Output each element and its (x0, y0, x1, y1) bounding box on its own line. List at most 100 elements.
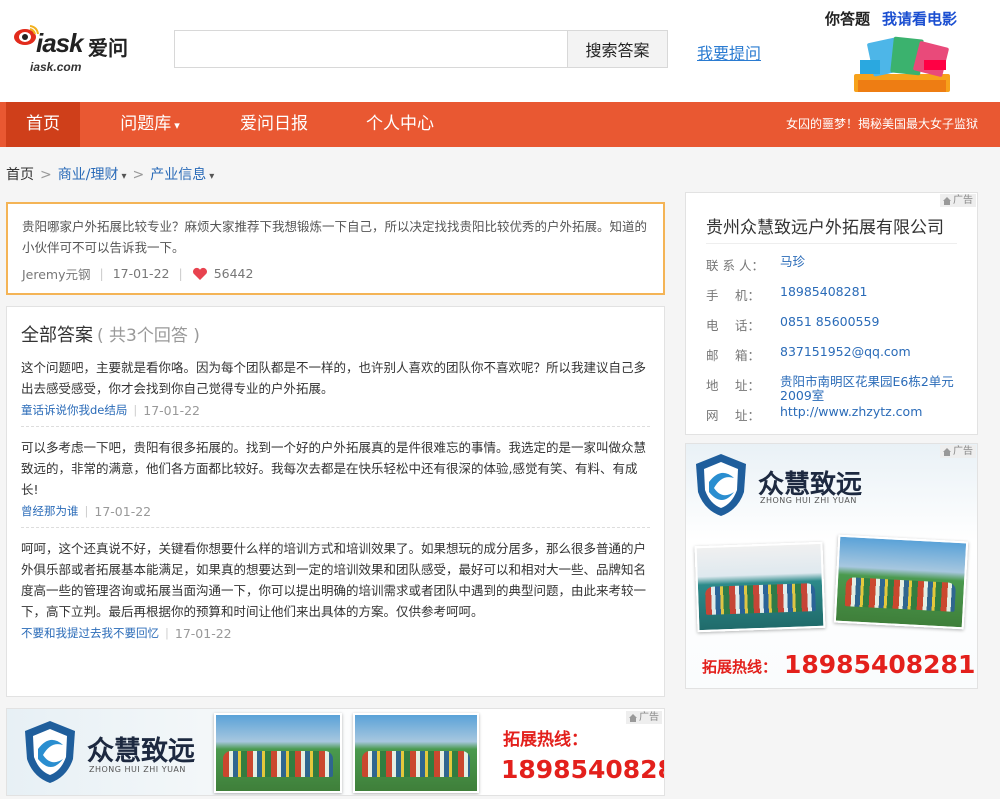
breadcrumb-separator: > (132, 167, 145, 183)
answer-author[interactable]: 曾经那为谁 (21, 503, 79, 519)
meta-separator: | (133, 403, 138, 417)
chevron-down-icon: ▾ (174, 119, 180, 132)
promo-text-1: 你答题 (825, 10, 871, 28)
answer-date: 17-01-22 (174, 625, 232, 641)
meta-separator: | (99, 266, 104, 281)
ask-question-link[interactable]: 我要提问 (697, 40, 761, 64)
nav-label: 问题库 (120, 114, 172, 134)
question-box: 贵阳哪家户外拓展比较专业？麻烦大家推荐下我想锻炼一下自己，所以决定找找贵阳比较优… (6, 202, 665, 295)
breadcrumb-home[interactable]: 首页 (6, 167, 34, 183)
movie-ticket-gift-icon (854, 36, 950, 92)
row-label: 地 址： (706, 378, 760, 393)
ad-brand-pinyin: ZHONG HUI ZHI YUAN (89, 765, 186, 774)
breadcrumb: 首页 > 商业/理财 ▾ > 产业信息 ▾ (6, 164, 214, 184)
company-phone-row: 电 话： 0851 85600559 (706, 315, 966, 334)
meta-separator: | (84, 504, 89, 518)
answer-author[interactable]: 童话诉说你我de结局 (21, 402, 127, 418)
search-button[interactable]: 搜索答案 (567, 30, 668, 68)
zhonghui-logo-icon (696, 454, 746, 516)
question-likes: 56442 (213, 266, 254, 281)
site-header: iask 爱问 iask.com 搜索答案 我要提问 你答题 我请看电影 (0, 0, 1000, 102)
company-website-row: 网 址： http://www.zhzytz.com (706, 405, 966, 424)
logo-domain: iask.com (30, 60, 82, 74)
company-mobile-row: 手 机： 18985408281 (706, 285, 966, 304)
heart-icon[interactable] (192, 267, 208, 281)
answers-title: 全部答案 (21, 325, 93, 346)
question-author[interactable]: Jeremy元钢 (22, 264, 91, 283)
nav-news-link[interactable]: 女囚的噩梦！揭秘美国最大女子监狱 (786, 102, 978, 147)
nav-label: 爱问日报 (240, 114, 308, 134)
company-address-row: 地 址： 贵阳市南明区花果园E6栋2单元2009室 (706, 375, 966, 403)
bottom-ad-banner[interactable]: 广告 众慧致远 ZHONG HUI ZHI YUAN 拓展热线： 1898540… (6, 708, 665, 796)
meta-separator: | (178, 266, 183, 281)
answer-text: 可以多考虑一下吧，贵阳有很多拓展的。找到一个好的户外拓展真的是件很难忘的事情。我… (21, 440, 647, 497)
row-value[interactable]: 837151952@qq.com (780, 345, 911, 364)
home-icon (943, 447, 951, 456)
row-value: 贵阳市南明区花果园E6栋2单元2009室 (780, 374, 954, 403)
chevron-down-icon[interactable]: ▾ (121, 171, 126, 182)
ad-tag-label: 广告 (639, 712, 659, 723)
ad-tag-label: 广告 (953, 195, 973, 206)
ad-hotline-number: 18985408281 (784, 650, 976, 679)
promo-text-2: 我请看电影 (882, 10, 958, 28)
answers-panel: 全部答案( 共3个回答 ) 这个问题吧，主要就是看你咯。因为每个团队都是不一样的… (6, 306, 665, 697)
ad-tag: 广告 (940, 445, 976, 458)
home-icon (943, 196, 951, 205)
promo-banner[interactable]: 你答题 我请看电影 (822, 8, 992, 94)
search-input[interactable] (174, 30, 568, 68)
home-icon (629, 713, 637, 722)
row-label: 电 话： (706, 318, 760, 333)
answers-count: ( 共3个回答 ) (97, 326, 200, 346)
question-meta: Jeremy元钢 | 17-01-22 | 56442 (22, 264, 649, 283)
logo-brand-cn: 爱问 (88, 36, 128, 60)
company-email-row: 邮 箱： 837151952@qq.com (706, 345, 966, 364)
question-text: 贵阳哪家户外拓展比较专业？麻烦大家推荐下我想锻炼一下自己，所以决定找找贵阳比较优… (22, 219, 648, 255)
meta-separator: | (165, 626, 169, 640)
answer-text: 这个问题吧，主要就是看你咯。因为每个团队都是不一样的，也许别人喜欢的团队你不喜欢… (21, 360, 647, 396)
answers-heading: 全部答案( 共3个回答 ) (21, 321, 650, 347)
row-value: 0851 85600559 (780, 314, 880, 329)
ad-tag: 广告 (626, 711, 662, 724)
ad-tag: 广告 (940, 194, 976, 207)
question-date: 17-01-22 (112, 266, 170, 281)
answer-meta: 不要和我提过去我不要回忆 | 17-01-22 (21, 625, 650, 641)
row-value: 马珍 (780, 254, 806, 269)
ad-brand-name: 众慧致远 (87, 736, 195, 767)
ad-brand-pinyin: ZHONG HUI ZHI YUAN (760, 496, 857, 505)
main-nav: 首页 问题库 ▾ 爱问日报 个人中心 女囚的噩梦！揭秘美国最大女子监狱 (0, 102, 1000, 147)
ad-hotline-number: 18985408281 (501, 755, 664, 784)
team-photo (694, 541, 826, 633)
breadcrumb-subcategory[interactable]: 产业信息 (150, 167, 206, 183)
answer-item: 这个问题吧，主要就是看你咯。因为每个团队都是不一样的，也许别人喜欢的团队你不喜欢… (21, 347, 650, 427)
nav-item-question-bank[interactable]: 问题库 ▾ (100, 102, 200, 147)
row-label: 邮 箱： (706, 348, 760, 363)
answer-date: 17-01-22 (94, 503, 152, 519)
row-value[interactable]: http://www.zhzytz.com (780, 405, 922, 424)
answer-meta: 曾经那为谁 | 17-01-22 (21, 503, 650, 519)
chevron-down-icon[interactable]: ▾ (209, 171, 214, 182)
answer-meta: 童话诉说你我de结局 | 17-01-22 (21, 402, 650, 418)
ad-hotline-label: 拓展热线： (503, 730, 588, 750)
nav-label: 首页 (26, 114, 60, 134)
iask-logo[interactable]: iask 爱问 iask.com (10, 20, 130, 76)
breadcrumb-separator: > (40, 167, 52, 183)
answer-text: 呵呵，这个还真说不好，关键看你想要什么样的培训方式和培训效果了。如果想玩的成分居… (21, 541, 647, 619)
answer-item: 可以多考虑一下吧，贵阳有很多拓展的。找到一个好的户外拓展真的是件很难忘的事情。我… (21, 427, 650, 528)
company-contact-row: 联 系 人： 马珍 (706, 255, 966, 274)
answer-author[interactable]: 不要和我提过去我不要回忆 (21, 625, 159, 641)
row-label: 手 机： (706, 288, 760, 303)
nav-item-home[interactable]: 首页 (6, 102, 80, 147)
nav-item-daily[interactable]: 爱问日报 (224, 102, 324, 147)
company-name[interactable]: 贵州众慧致远户外拓展有限公司 (706, 213, 944, 238)
logo-brand: iask (36, 28, 84, 58)
divider (706, 243, 957, 244)
nav-label: 个人中心 (366, 114, 434, 134)
row-label: 网 址： (706, 408, 760, 423)
ad-hotline-label: 拓展热线： (702, 658, 778, 676)
team-photo (353, 713, 479, 793)
row-label: 联 系 人： (706, 258, 764, 273)
nav-item-personal-center[interactable]: 个人中心 (350, 102, 450, 147)
side-ad-banner[interactable]: 广告 众慧致远 ZHONG HUI ZHI YUAN 拓展热线： 1898540… (685, 443, 978, 689)
team-photo (214, 713, 342, 793)
breadcrumb-category[interactable]: 商业/理财 (58, 167, 119, 183)
